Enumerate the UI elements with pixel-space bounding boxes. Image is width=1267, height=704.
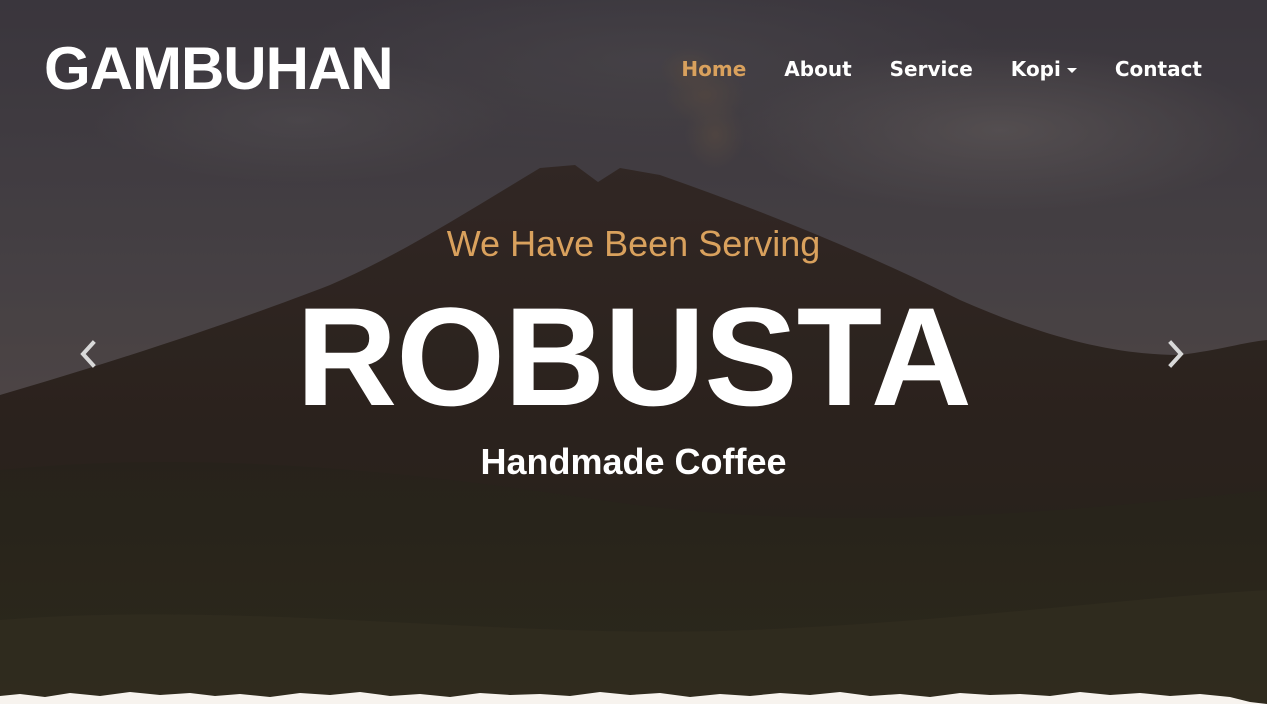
nav-contact[interactable]: Contact: [1115, 56, 1202, 82]
nav-home[interactable]: Home: [681, 56, 746, 82]
torn-paper-edge: [0, 692, 1267, 704]
nav-service[interactable]: Service: [890, 56, 973, 82]
hero-tagline: We Have Been Serving: [446, 223, 821, 264]
caret-down-icon: [1066, 67, 1077, 73]
nav-kopi-label: Kopi: [1010, 57, 1061, 81]
hero-subline: Handmade Coffee: [480, 441, 787, 482]
nav-about[interactable]: About: [784, 56, 851, 82]
nav-kopi-dropdown[interactable]: Kopi: [1011, 56, 1077, 82]
site-logo[interactable]: GAMBUHAN: [44, 36, 394, 102]
main-navigation: Home About Service Kopi Contact: [681, 56, 1202, 82]
hero-headline: ROBUSTA: [296, 278, 972, 435]
